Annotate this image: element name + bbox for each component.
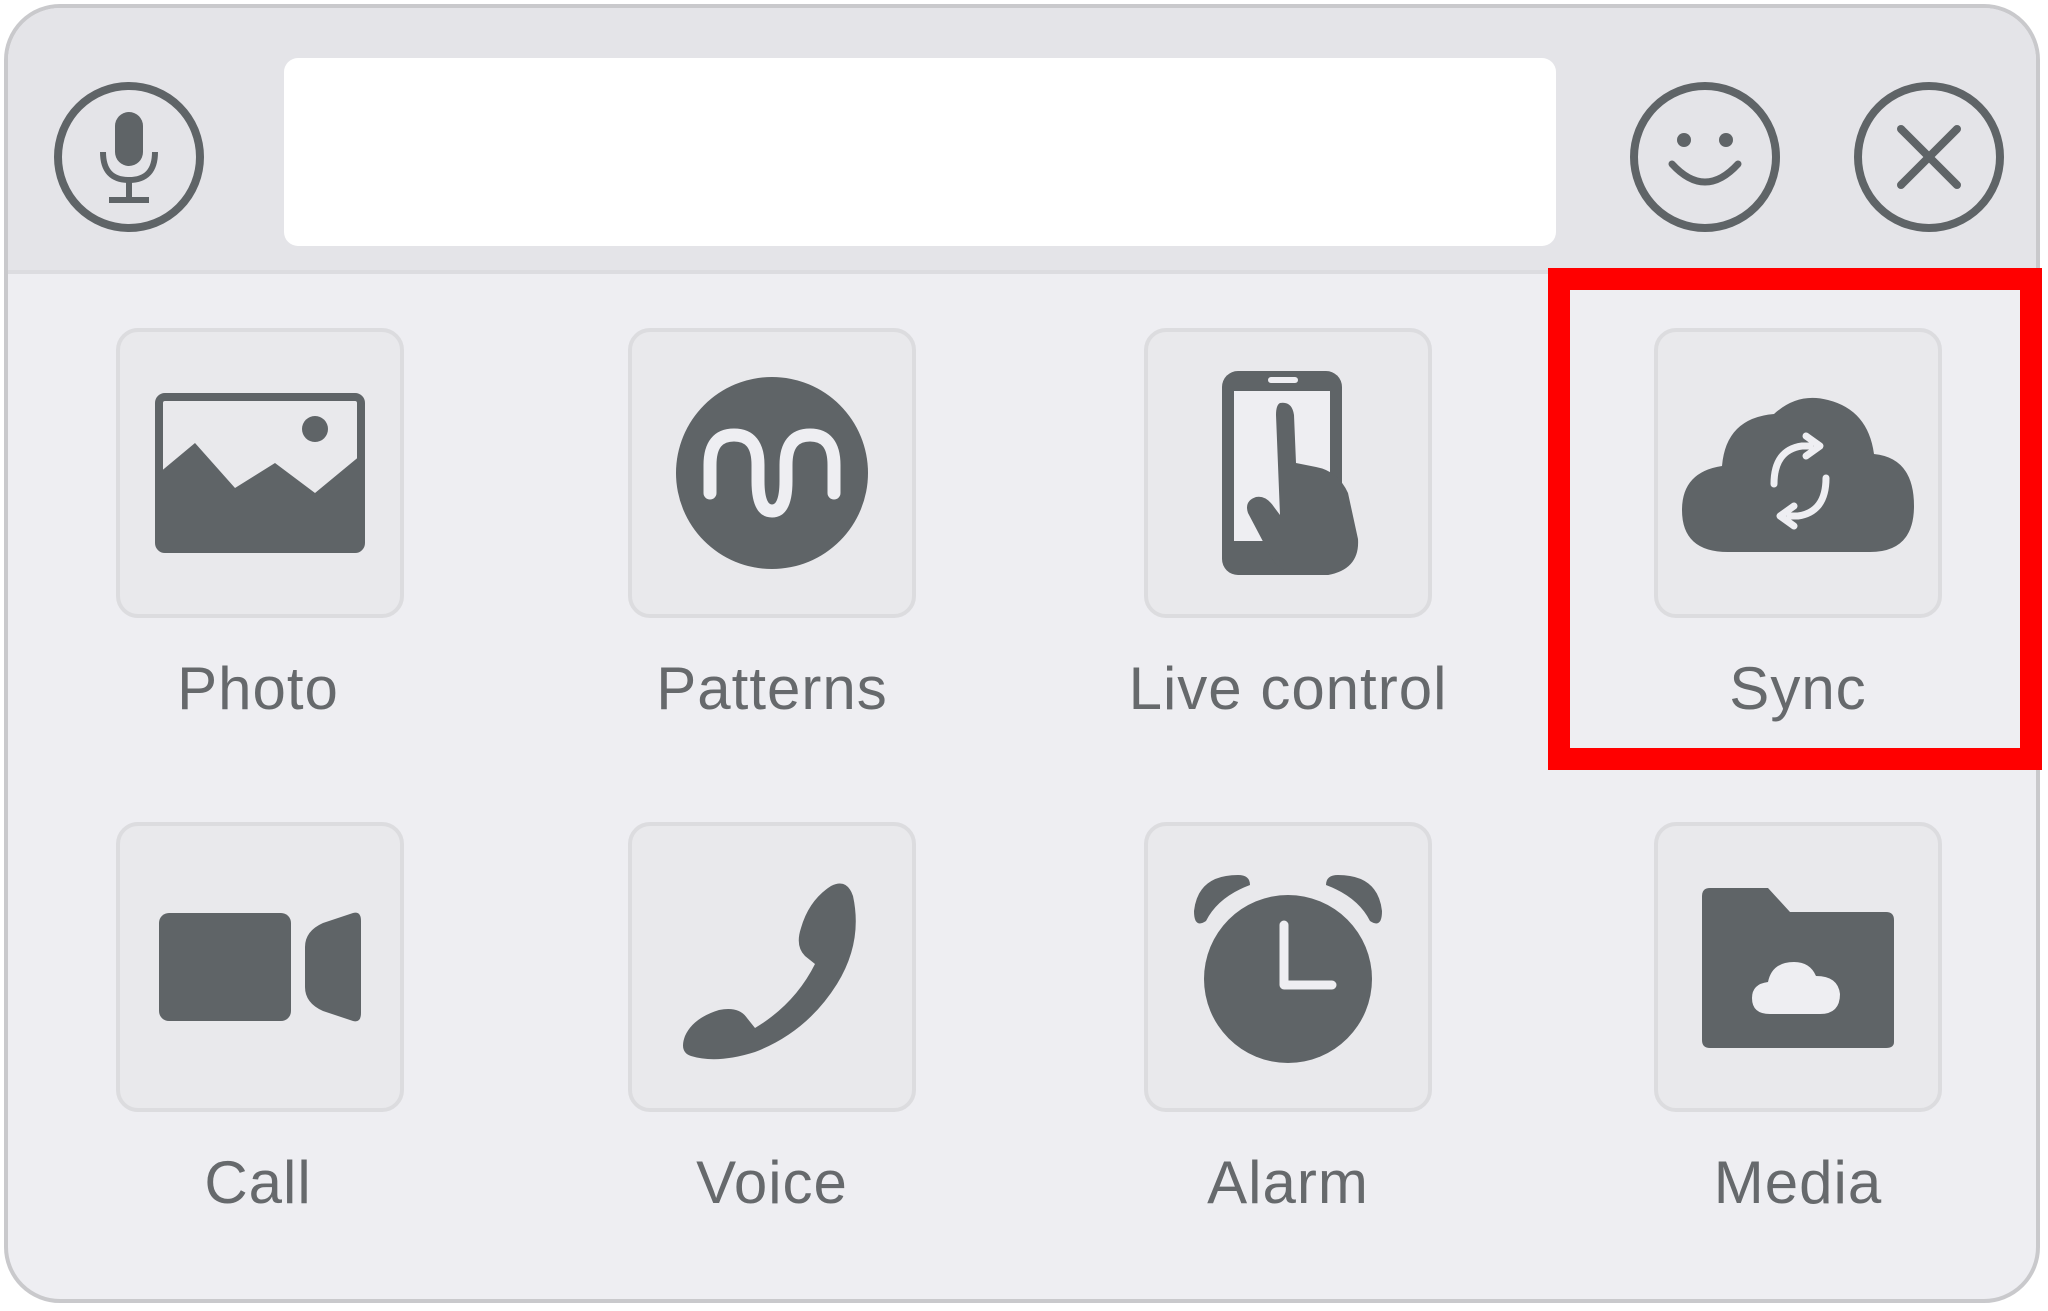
phone-handset-icon [683,883,856,1060]
live-control-label: Live control [1128,655,1448,722]
wave-pattern-icon [676,377,868,569]
photo-label: Photo [177,655,339,722]
media-label: Media [1713,1149,1883,1216]
alarm-clock-icon [1194,875,1382,1063]
voice-tile[interactable] [628,822,916,1112]
alarm-label: Alarm [1207,1149,1369,1216]
alarm-tile[interactable] [1144,822,1432,1112]
cloud-folder-icon [1702,888,1894,1048]
phone-touch-icon [1222,371,1359,575]
voice-label: Voice [696,1149,848,1216]
image-icon [155,393,365,553]
quick-actions-panel: Photo Patterns Live control Sync Call Vo… [4,4,2040,1303]
microphone-button[interactable] [54,82,204,232]
close-icon [1897,125,1961,189]
photo-tile[interactable] [116,328,404,618]
live-control-tile[interactable] [1144,328,1432,618]
patterns-tile[interactable] [628,328,916,618]
video-camera-icon [159,912,361,1022]
cloud-sync-icon [1682,397,1914,552]
patterns-label: Patterns [656,655,888,722]
close-button[interactable] [1854,82,2004,232]
media-tile[interactable] [1654,822,1942,1112]
call-label: Call [204,1149,312,1216]
sync-label: Sync [1729,655,1867,722]
emoji-button[interactable] [1630,82,1780,232]
smiley-icon [1668,133,1742,186]
sync-tile[interactable] [1654,328,1942,618]
microphone-icon [100,112,158,203]
top-bar [8,8,2036,274]
call-tile[interactable] [116,822,404,1112]
message-input[interactable] [284,58,1556,246]
